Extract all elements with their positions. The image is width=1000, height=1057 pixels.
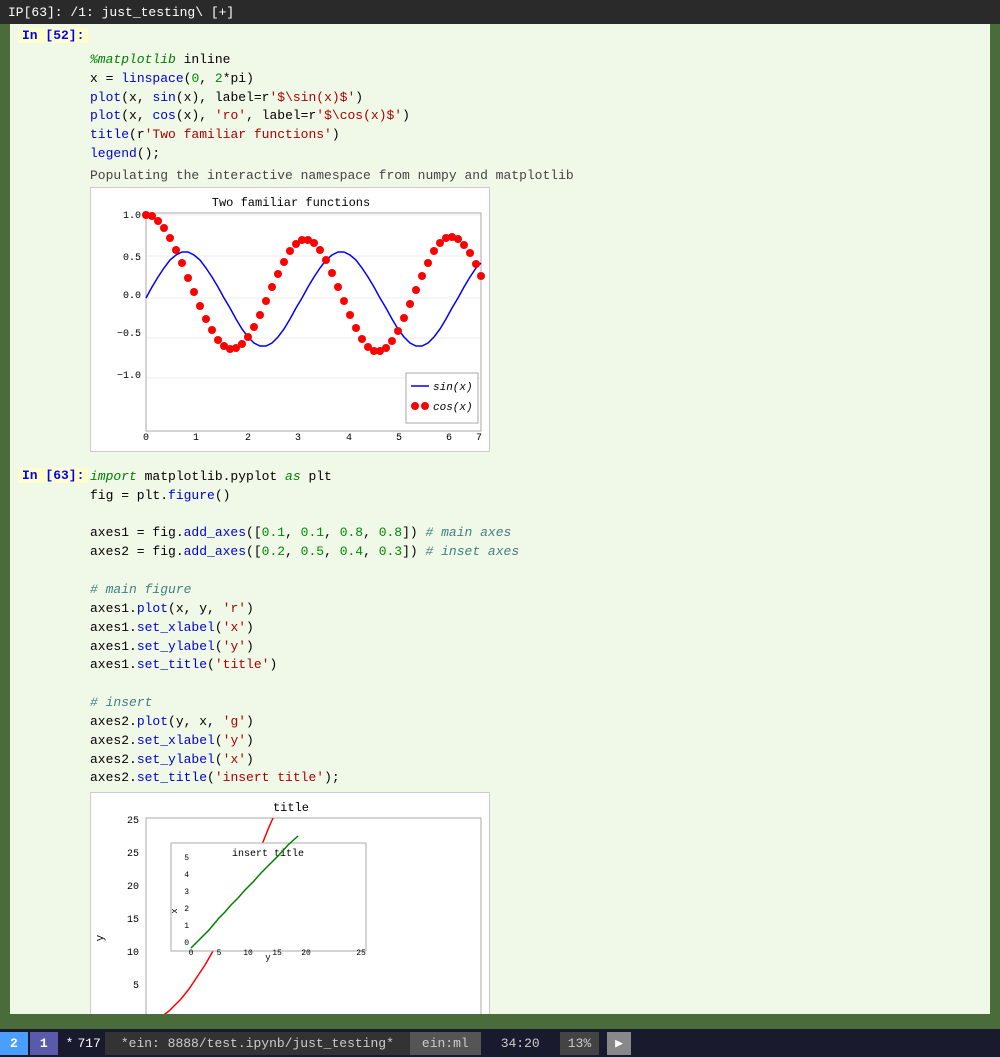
status-filename: *ein: 8888/test.ipynb/just_testing* [105, 1032, 410, 1055]
svg-text:insert title: insert title [232, 848, 304, 860]
status-end[interactable]: ▶ [607, 1032, 631, 1055]
svg-text:1.0: 1.0 [123, 211, 141, 222]
svg-text:1: 1 [193, 433, 199, 444]
status-bar: 2 1 * 717 *ein: 8888/test.ipynb/just_tes… [0, 1029, 1000, 1057]
svg-text:15: 15 [127, 915, 139, 926]
svg-text:0: 0 [184, 939, 189, 948]
svg-text:20: 20 [127, 882, 139, 893]
svg-text:1: 1 [184, 922, 189, 931]
svg-text:5: 5 [184, 854, 189, 863]
svg-text:20: 20 [301, 949, 311, 958]
notebook: In [52]: %matplotlib inline x = linspace… [10, 24, 990, 1014]
status-num1: 2 [0, 1032, 28, 1055]
svg-text:5: 5 [396, 433, 402, 444]
status-position: 34:20 [489, 1032, 552, 1055]
svg-text:0.0: 0.0 [123, 291, 141, 302]
svg-text:2: 2 [184, 905, 189, 914]
svg-text:sin(x): sin(x) [433, 382, 473, 394]
svg-text:Two familiar functions: Two familiar functions [212, 196, 370, 210]
title-bar: IP[63]: /1: just_testing\ [+] [0, 0, 1000, 24]
svg-text:10: 10 [127, 948, 139, 959]
cell-52: In [52]: %matplotlib inline x = linspace… [10, 24, 990, 168]
status-right: ein:ml 34:20 13% ▶ [410, 1032, 639, 1055]
cell-52-output: Populating the interactive namespace fro… [10, 168, 990, 187]
status-left: 2 1 * 717 *ein: 8888/test.ipynb/just_tes… [0, 1032, 410, 1055]
svg-text:4: 4 [346, 433, 352, 444]
svg-text:25: 25 [356, 949, 366, 958]
cell-63-code[interactable]: import matplotlib.pyplot as plt fig = pl… [90, 468, 982, 788]
svg-text:3: 3 [184, 888, 189, 897]
svg-text:−0.5: −0.5 [117, 329, 141, 340]
svg-text:y: y [95, 935, 107, 942]
svg-text:25: 25 [127, 849, 139, 860]
svg-text:6: 6 [446, 433, 452, 444]
svg-text:0.5: 0.5 [123, 253, 141, 264]
cell-63: In [63]: import matplotlib.pyplot as plt… [10, 464, 990, 792]
svg-text:0: 0 [143, 433, 149, 444]
status-percent: 13% [560, 1032, 599, 1055]
svg-text:−1.0: −1.0 [117, 371, 141, 382]
cell-52-code[interactable]: %matplotlib inline x = linspace(0, 2*pi)… [90, 32, 982, 164]
svg-text:7: 7 [476, 433, 482, 444]
svg-text:y: y [265, 953, 271, 963]
chart-1: Two familiar functions −1.0 −0.5 0.0 0.5… [90, 187, 990, 456]
status-mode: ein:ml [410, 1032, 481, 1055]
status-num2: 1 [30, 1032, 58, 1055]
svg-text:5: 5 [217, 949, 222, 958]
svg-text:0: 0 [189, 949, 194, 958]
svg-text:10: 10 [243, 949, 253, 958]
svg-text:x: x [170, 909, 180, 914]
cell-63-prompt: In [63]: [18, 468, 88, 483]
svg-text:3: 3 [295, 433, 301, 444]
status-asterisk: * [66, 1036, 78, 1051]
svg-text:title: title [273, 801, 309, 815]
svg-text:2: 2 [245, 433, 251, 444]
chart-2: title y x 0 5 10 15 20 25 25 0 1 2 3 4 5 [90, 792, 990, 1014]
svg-text:5: 5 [133, 981, 139, 992]
svg-text:15: 15 [272, 949, 282, 958]
svg-text:4: 4 [184, 871, 189, 880]
title-text: IP[63]: /1: just_testing\ [+] [8, 5, 234, 20]
status-linecount: 717 [77, 1036, 104, 1051]
svg-text:25: 25 [127, 816, 139, 827]
svg-text:cos(x): cos(x) [433, 402, 473, 414]
cell-52-prompt: In [52]: [18, 28, 88, 43]
